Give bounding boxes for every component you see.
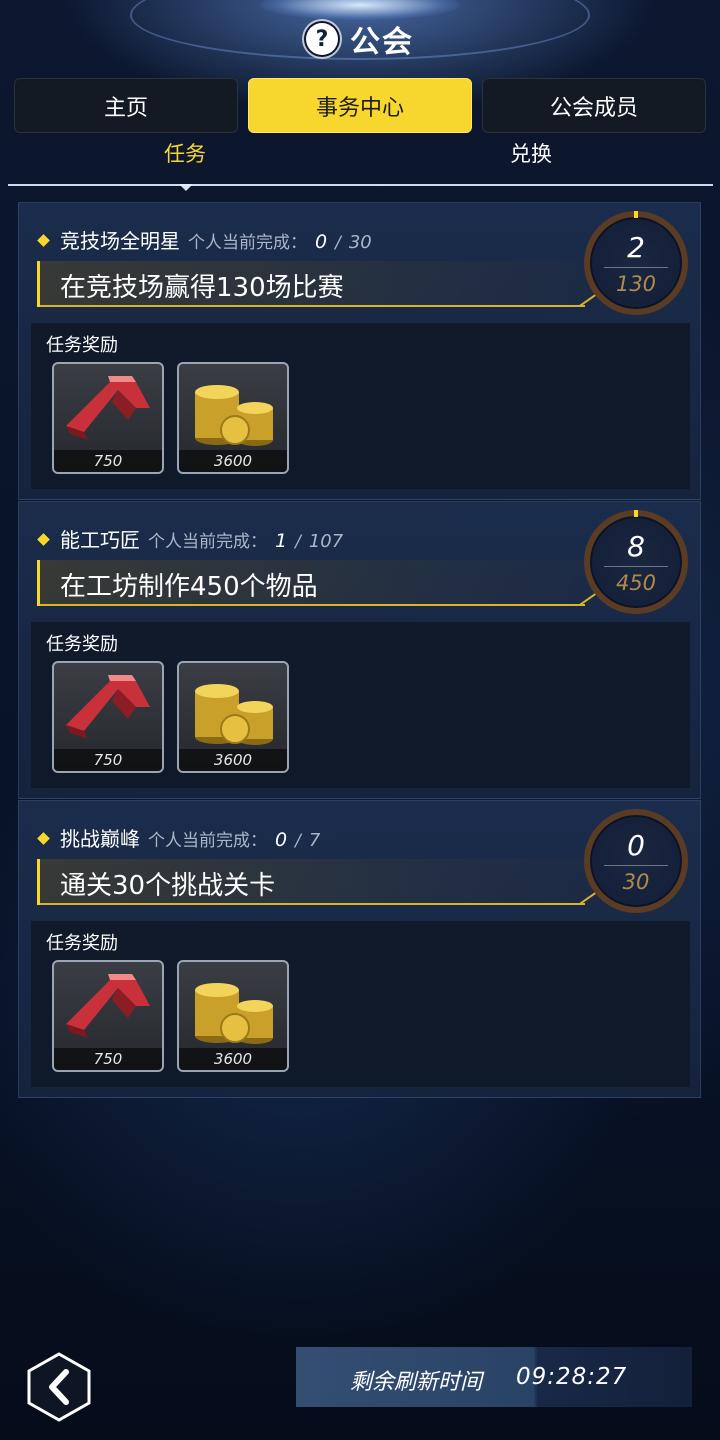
refresh-countdown: 09:28:27 [516,1364,628,1390]
reward-count: 750 [54,749,162,771]
task-progress-current: 1 [275,530,288,552]
reward-label: 任务奖励 [46,634,118,655]
reward-count: 3600 [179,1048,287,1070]
back-chevron-icon [27,1352,91,1422]
task-card: 挑战巅峰 个人当前完成： 0 / 7 通关30个挑战关卡 0 30 任务奖励 750 [18,800,701,1098]
task-name: 竞技场全明星 [60,229,180,253]
red-chevron-icon [66,675,150,739]
reward-item-chevron[interactable]: 750 [52,362,164,474]
header-bar: ? 公会 [0,0,720,70]
task-header: 能工巧匠 个人当前完成： 1 / 107 [37,524,344,553]
title-group: ? 公会 [306,17,414,61]
task-progress-total: 7 [308,830,321,851]
diamond-bullet-icon [37,234,50,247]
task-progress-total: 30 [348,232,372,253]
task-header: 竞技场全明星 个人当前完成： 0 / 30 [37,225,372,254]
task-title-banner: 通关30个挑战关卡 [37,859,599,905]
task-header: 挑战巅峰 个人当前完成： 0 / 7 [37,823,321,852]
subtab-tasks[interactable]: 任务 [164,138,206,168]
task-progress-label: 个人当前完成： [148,532,267,552]
task-progress-label: 个人当前完成： [188,233,307,253]
ring-current-value: 8 [627,530,645,563]
tab-guild-members[interactable]: 公会成员 [482,78,706,133]
reward-label: 任务奖励 [46,933,118,954]
reward-count: 3600 [179,450,287,472]
task-progress-current: 0 [315,231,328,253]
ring-current-value: 2 [627,231,645,264]
task-progress-ring: 2 130 [584,211,688,315]
reward-item-coins[interactable]: 3600 [177,661,289,773]
sub-tabs: 任务 兑换 [0,138,720,188]
subtab-exchange[interactable]: 兑换 [510,138,552,168]
reward-count: 3600 [179,749,287,771]
ring-divider [604,865,668,866]
task-title-banner: 在工坊制作450个物品 [37,560,599,606]
task-progress-separator: / [295,831,301,851]
reward-panel: 任务奖励 750 3600 [31,323,690,489]
subtab-divider [8,184,713,186]
reward-label: 任务奖励 [46,335,118,356]
task-progress-current: 0 [275,829,288,851]
ring-divider [604,566,668,567]
ring-progress-tick [634,510,638,517]
red-chevron-icon [66,376,150,440]
refresh-label: 剩余刷新时间 [350,1370,483,1395]
page-title: 公会 [350,25,414,60]
reward-item-coins[interactable]: 3600 [177,362,289,474]
reward-item-coins[interactable]: 3600 [177,960,289,1072]
reward-panel: 任务奖励 750 3600 [31,921,690,1087]
task-name: 能工巧匠 [60,528,140,552]
task-progress-total: 107 [308,531,344,552]
reward-panel: 任务奖励 750 3600 [31,622,690,788]
task-card: 竞技场全明星 个人当前完成： 0 / 30 在竞技场赢得130场比赛 2 130 任… [18,202,701,500]
gold-coins-icon [195,385,273,446]
ring-current-value: 0 [627,829,645,862]
back-button[interactable] [26,1352,92,1422]
refresh-timer-bar: 剩余刷新时间 09:28:27 [296,1347,692,1407]
task-name: 挑战巅峰 [60,827,140,851]
task-progress-ring: 8 450 [584,510,688,614]
gold-coins-icon [195,684,273,745]
task-progress-separator: / [335,233,341,253]
task-title: 在竞技场赢得130场比赛 [60,273,344,303]
main-tabs: 主页 事务中心 公会成员 [14,78,706,133]
ring-divider [604,267,668,268]
ring-total-value: 30 [622,870,650,894]
task-progress-separator: / [295,532,301,552]
task-progress-label: 个人当前完成： [148,831,267,851]
help-icon[interactable]: ? [306,23,338,55]
task-title-banner: 在竞技场赢得130场比赛 [37,261,599,307]
gold-coins-icon [195,983,273,1044]
task-progress-ring: 0 30 [584,809,688,913]
diamond-bullet-icon [37,832,50,845]
reward-item-chevron[interactable]: 750 [52,960,164,1072]
task-card: 能工巧匠 个人当前完成： 1 / 107 在工坊制作450个物品 8 450 任务奖… [18,501,701,799]
diamond-bullet-icon [37,533,50,546]
tab-affairs-center[interactable]: 事务中心 [248,78,472,133]
task-title: 通关30个挑战关卡 [60,871,276,901]
ring-total-value: 130 [615,272,657,296]
reward-item-chevron[interactable]: 750 [52,661,164,773]
subtab-active-indicator [179,184,193,191]
red-chevron-icon [66,974,150,1038]
ring-progress-tick [634,211,638,218]
tab-home[interactable]: 主页 [14,78,238,133]
reward-count: 750 [54,1048,162,1070]
reward-count: 750 [54,450,162,472]
ring-total-value: 450 [615,571,657,595]
task-title: 在工坊制作450个物品 [60,572,318,602]
